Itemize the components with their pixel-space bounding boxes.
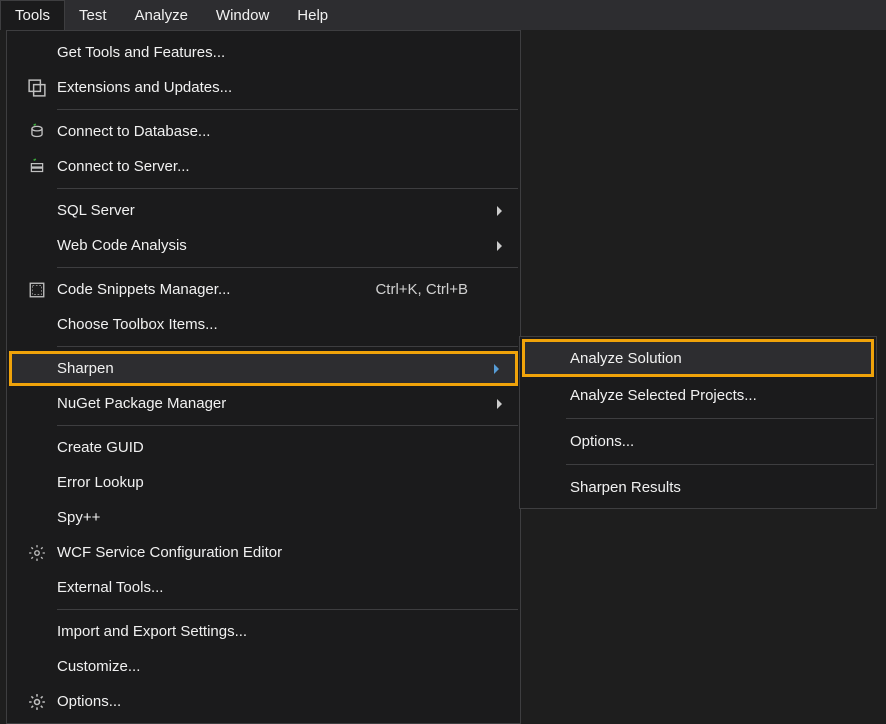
menu-label: Analyze Solution bbox=[568, 350, 861, 367]
gear-outline-icon bbox=[19, 544, 55, 562]
tools-dropdown: Get Tools and Features... Extensions and… bbox=[6, 30, 521, 724]
code-snippets-icon bbox=[19, 281, 55, 299]
menu-separator bbox=[57, 267, 518, 268]
menu-separator bbox=[57, 609, 518, 610]
menu-label: Error Lookup bbox=[55, 474, 490, 491]
menu-item-customize[interactable]: Customize... bbox=[9, 649, 518, 684]
menu-label: Get Tools and Features... bbox=[55, 44, 490, 61]
database-connect-icon bbox=[19, 123, 55, 141]
server-connect-icon bbox=[19, 158, 55, 176]
menu-label: Connect to Database... bbox=[55, 123, 490, 140]
menu-item-connect-db[interactable]: Connect to Database... bbox=[9, 114, 518, 149]
gear-icon bbox=[19, 693, 55, 711]
menu-separator bbox=[57, 188, 518, 189]
menu-label: Sharpen bbox=[55, 360, 487, 377]
menu-item-get-tools[interactable]: Get Tools and Features... bbox=[9, 35, 518, 70]
menu-item-choose-toolbox[interactable]: Choose Toolbox Items... bbox=[9, 307, 518, 342]
menubar-label: Help bbox=[297, 7, 328, 24]
menu-separator bbox=[566, 464, 874, 465]
extensions-icon bbox=[19, 79, 55, 97]
menu-separator bbox=[57, 346, 518, 347]
menu-label: External Tools... bbox=[55, 579, 490, 596]
menu-label: Connect to Server... bbox=[55, 158, 490, 175]
submenu-item-analyze-solution[interactable]: Analyze Solution bbox=[522, 339, 874, 377]
menu-label: Extensions and Updates... bbox=[55, 79, 490, 96]
menubar-item-test[interactable]: Test bbox=[65, 0, 121, 30]
menu-label: Options... bbox=[568, 433, 864, 450]
menu-item-web-code-analysis[interactable]: Web Code Analysis bbox=[9, 228, 518, 263]
menu-item-spypp[interactable]: Spy++ bbox=[9, 500, 518, 535]
menu-label: WCF Service Configuration Editor bbox=[55, 544, 490, 561]
menu-label: Options... bbox=[55, 693, 490, 710]
menu-label: Sharpen Results bbox=[568, 479, 864, 496]
menu-item-options[interactable]: Options... bbox=[9, 684, 518, 719]
menu-separator bbox=[566, 418, 874, 419]
menu-item-nuget[interactable]: NuGet Package Manager bbox=[9, 386, 518, 421]
menu-label: Import and Export Settings... bbox=[55, 623, 490, 640]
sharpen-submenu: Analyze Solution Analyze Selected Projec… bbox=[519, 336, 877, 509]
menu-item-error-lookup[interactable]: Error Lookup bbox=[9, 465, 518, 500]
menu-item-external-tools[interactable]: External Tools... bbox=[9, 570, 518, 605]
submenu-item-analyze-selected[interactable]: Analyze Selected Projects... bbox=[522, 377, 874, 414]
menu-item-sql-server[interactable]: SQL Server bbox=[9, 193, 518, 228]
menu-item-sharpen[interactable]: Sharpen bbox=[9, 351, 518, 386]
menu-label: Create GUID bbox=[55, 439, 490, 456]
menu-separator bbox=[57, 109, 518, 110]
menu-label: Choose Toolbox Items... bbox=[55, 316, 490, 333]
menu-label: Code Snippets Manager... bbox=[55, 281, 375, 298]
submenu-arrow-icon bbox=[490, 399, 508, 409]
menubar-label: Tools bbox=[15, 7, 50, 24]
menu-label: Analyze Selected Projects... bbox=[568, 387, 864, 404]
menu-label: SQL Server bbox=[55, 202, 490, 219]
menu-label: NuGet Package Manager bbox=[55, 395, 490, 412]
menu-separator bbox=[57, 425, 518, 426]
submenu-item-options[interactable]: Options... bbox=[522, 423, 874, 460]
submenu-item-results[interactable]: Sharpen Results bbox=[522, 469, 874, 506]
menubar-item-tools[interactable]: Tools bbox=[0, 0, 65, 30]
menubar-item-help[interactable]: Help bbox=[283, 0, 342, 30]
menu-label: Customize... bbox=[55, 658, 490, 675]
menu-item-import-export[interactable]: Import and Export Settings... bbox=[9, 614, 518, 649]
submenu-arrow-icon bbox=[490, 206, 508, 216]
submenu-arrow-icon bbox=[490, 241, 508, 251]
menubar-label: Window bbox=[216, 7, 269, 24]
menubar-label: Analyze bbox=[135, 7, 188, 24]
menu-label: Web Code Analysis bbox=[55, 237, 490, 254]
menu-item-create-guid[interactable]: Create GUID bbox=[9, 430, 518, 465]
menu-item-code-snippets[interactable]: Code Snippets Manager... Ctrl+K, Ctrl+B bbox=[9, 272, 518, 307]
menu-item-extensions[interactable]: Extensions and Updates... bbox=[9, 70, 518, 105]
menubar-label: Test bbox=[79, 7, 107, 24]
menubar-item-analyze[interactable]: Analyze bbox=[121, 0, 202, 30]
menubar: Tools Test Analyze Window Help bbox=[0, 0, 886, 30]
submenu-arrow-icon bbox=[487, 364, 505, 374]
menubar-item-window[interactable]: Window bbox=[202, 0, 283, 30]
menu-item-connect-server[interactable]: Connect to Server... bbox=[9, 149, 518, 184]
menu-item-wcf-editor[interactable]: WCF Service Configuration Editor bbox=[9, 535, 518, 570]
menu-shortcut: Ctrl+K, Ctrl+B bbox=[375, 281, 490, 298]
menu-label: Spy++ bbox=[55, 509, 490, 526]
